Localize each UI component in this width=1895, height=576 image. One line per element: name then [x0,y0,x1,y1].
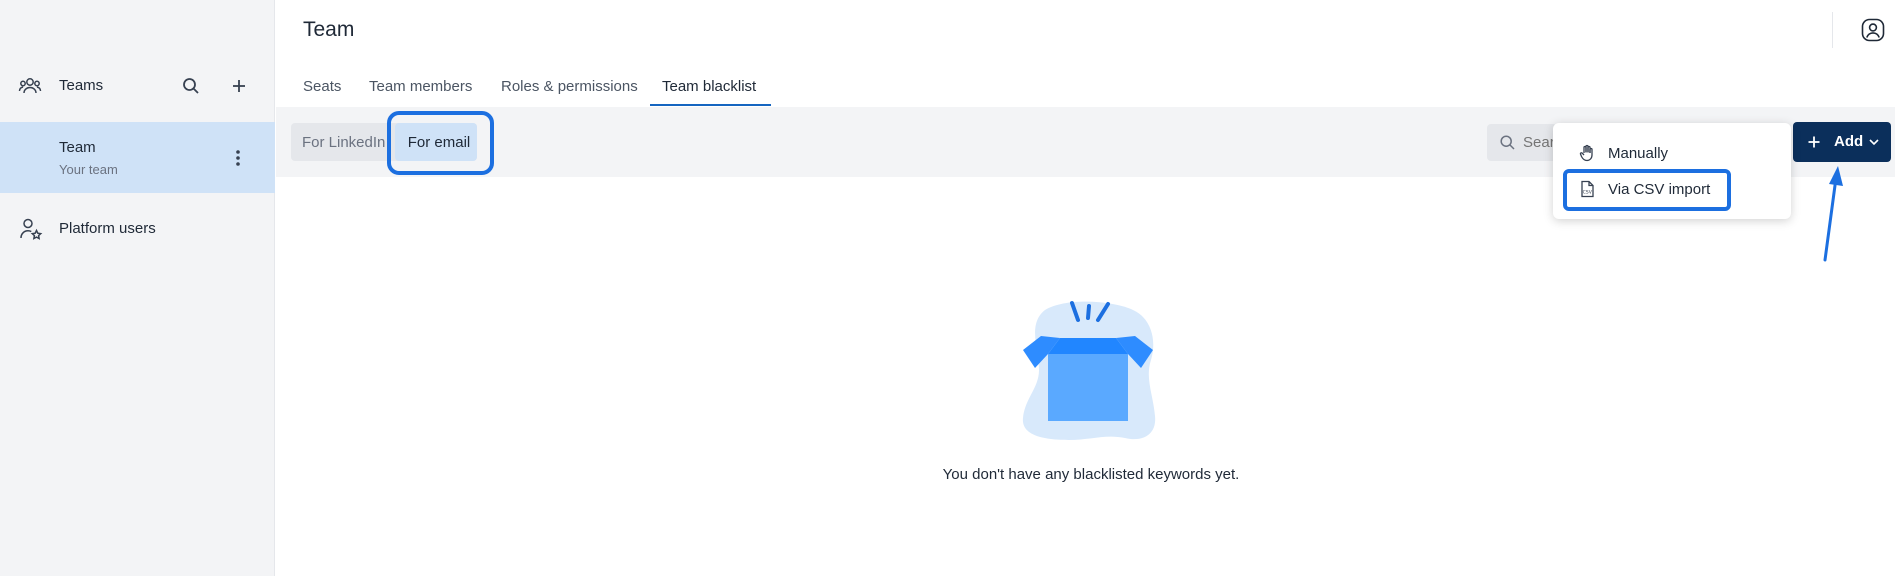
plus-icon [1805,133,1823,151]
teams-label: Teams [59,77,104,94]
search-icon [1499,134,1516,151]
menu-item-manually[interactable]: Manually [1553,137,1791,169]
add-button[interactable]: Add [1793,122,1891,162]
search-field[interactable] [1487,124,1557,161]
team-more-options-button[interactable] [228,146,248,170]
active-tab-indicator [650,104,771,106]
tab-seats[interactable]: Seats [303,78,341,95]
empty-state-message: You don't have any blacklisted keywords … [942,466,1240,483]
annotation-arrow-icon [1823,166,1843,262]
platform-users-label: Platform users [59,220,156,237]
tab-team-blacklist[interactable]: Team blacklist [662,78,756,95]
chevron-down-icon [1867,135,1881,149]
search-icon [183,78,199,94]
tab-roles-permissions[interactable]: Roles & permissions [501,78,638,95]
plus-icon [233,80,245,92]
search-input[interactable] [1523,124,1557,161]
sidebar-teams-header: Teams [0,60,275,112]
sidebar-item-team[interactable]: Team Your team [0,122,275,193]
user-star-icon [18,216,44,242]
teams-icon [18,74,42,98]
add-button-label: Add [1834,133,1864,150]
hand-icon [1578,144,1596,162]
highlight-via-csv-import [1563,169,1731,211]
more-vertical-icon [236,150,240,166]
empty-box-icon [1022,301,1156,440]
user-circle-icon [1861,18,1885,42]
page-header: Team [276,0,1895,60]
sidebar-item-platform-users[interactable]: Platform users [0,202,275,254]
sidebar: Teams Team Your team Platform users [0,0,275,576]
team-name: Team [59,139,96,156]
team-subtitle: Your team [59,162,118,177]
add-team-button[interactable] [227,74,251,98]
search-teams-button[interactable] [179,74,203,98]
page-title: Team [303,18,355,41]
segment-for-linkedin[interactable]: For LinkedIn [302,123,385,161]
header-divider [1832,12,1833,48]
highlight-for-email [387,111,494,175]
profile-button[interactable] [1860,17,1886,43]
tab-team-members[interactable]: Team members [369,78,472,95]
menu-item-manually-label: Manually [1608,145,1669,162]
